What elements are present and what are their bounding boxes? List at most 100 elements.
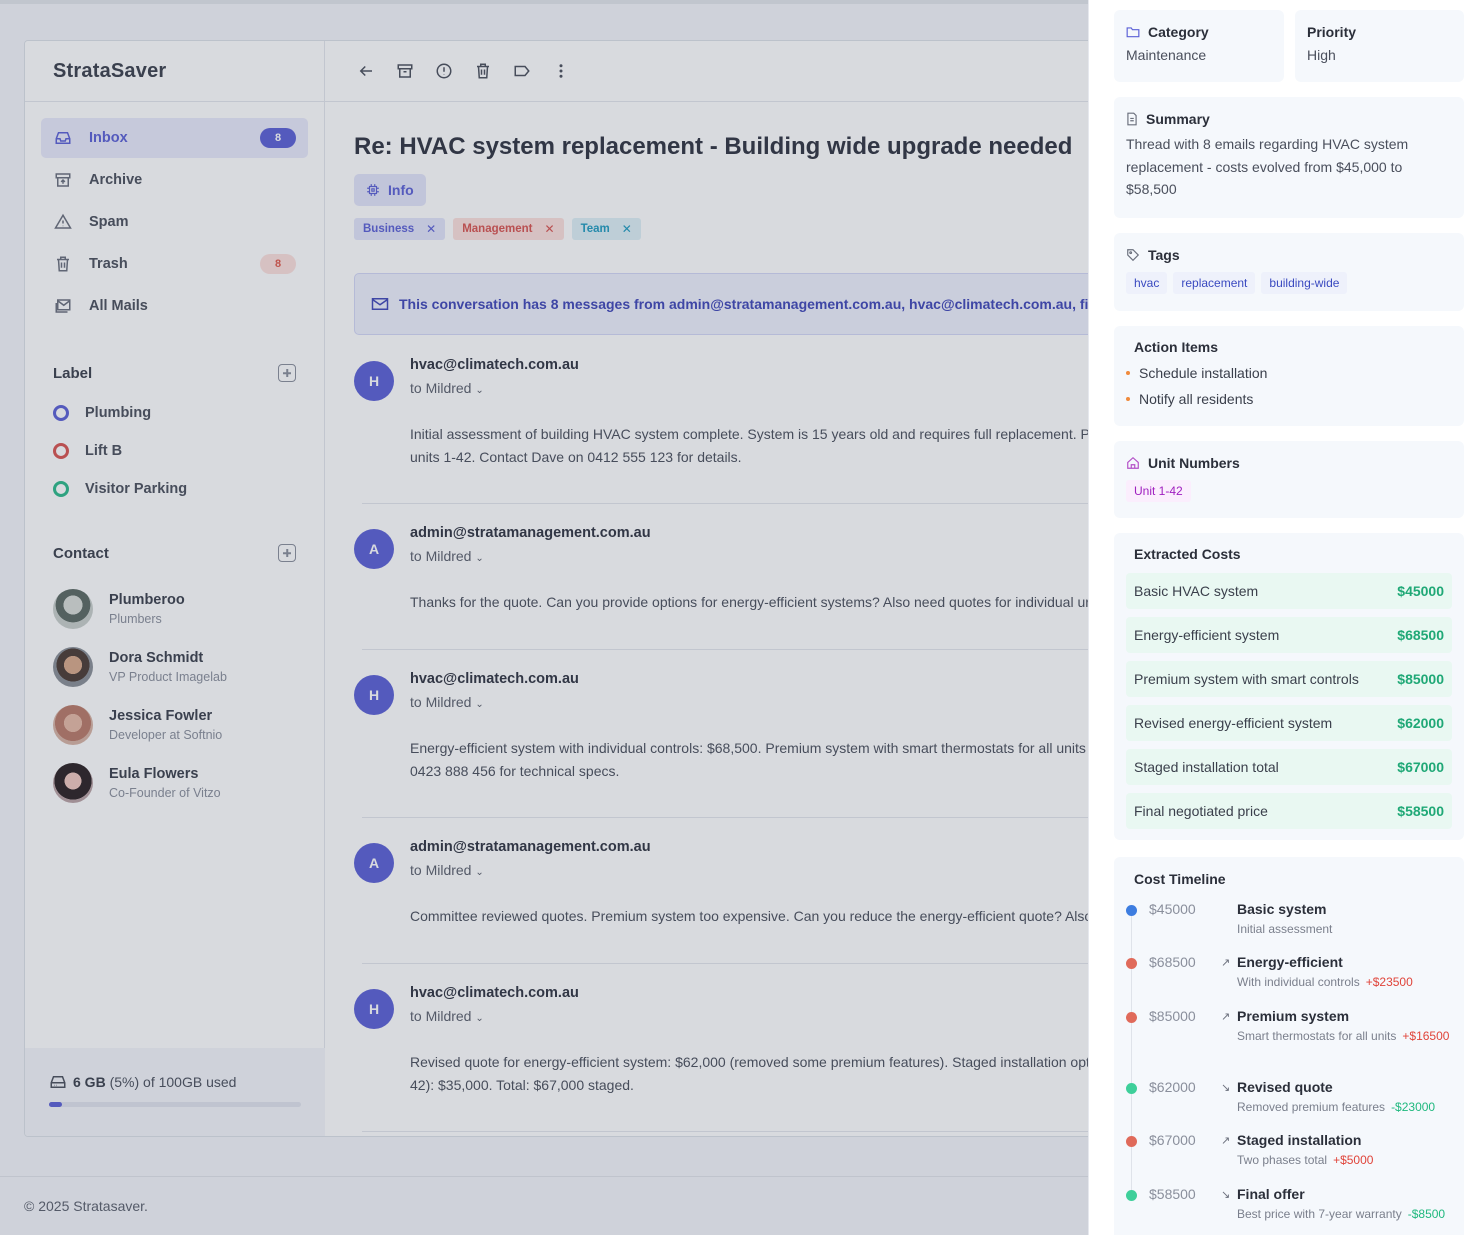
priority-card: Priority High <box>1295 10 1464 82</box>
back-icon[interactable] <box>355 60 377 82</box>
category-value: Maintenance <box>1126 47 1207 63</box>
add-label-icon[interactable] <box>278 364 296 382</box>
remove-tag-icon[interactable]: ✕ <box>426 222 436 236</box>
notice-text: This conversation has 8 messages from ad… <box>399 296 1124 312</box>
timeline-desc-text: Smart thermostats for all units <box>1237 1029 1397 1043</box>
remove-tag-icon[interactable]: ✕ <box>622 222 632 236</box>
storage-usage: 6 GB (5%) of 100GB used <box>25 1048 325 1136</box>
message-divider <box>362 1131 1122 1132</box>
sidebar-item-label: Trash <box>89 256 128 272</box>
sidebar-item-archive[interactable]: Archive <box>41 160 308 200</box>
recipient[interactable]: to Mildred ⌄ <box>410 862 484 878</box>
recipient[interactable]: to Mildred ⌄ <box>410 548 484 564</box>
timeline-desc: Best price with 7-year warranty -$8500 <box>1237 1206 1457 1223</box>
info-button[interactable]: Info <box>354 174 426 206</box>
sender-email: admin@stratamanagement.com.au <box>410 525 651 541</box>
recipient-label: to Mildred <box>410 380 472 396</box>
trash-icon[interactable] <box>472 60 494 82</box>
cost-row: Final negotiated price $58500 <box>1126 793 1452 829</box>
timeline-title: Energy-efficient <box>1237 954 1343 970</box>
archive-icon[interactable] <box>394 60 416 82</box>
timeline-desc-text: Two phases total <box>1237 1153 1328 1167</box>
chevron-down-icon: ⌄ <box>475 385 484 396</box>
sidebar-item-trash[interactable]: Trash 8 <box>41 244 308 284</box>
message-body: Thanks for the quote. Can you provide op… <box>410 591 1123 614</box>
action-item: Notify all residents <box>1126 386 1444 412</box>
tag-label: Business <box>363 223 415 235</box>
cost-label: Revised energy-efficient system <box>1134 715 1333 731</box>
more-vertical-icon[interactable] <box>550 60 572 82</box>
avatar <box>53 763 93 803</box>
timeline-dot-icon <box>1126 905 1137 916</box>
contact-role: Plumbers <box>109 612 162 626</box>
summary-card: Summary Thread with 8 emails regarding H… <box>1114 97 1464 218</box>
tag-chip[interactable]: building-wide <box>1261 272 1348 294</box>
message-line: Revised quote for energy-efficient syste… <box>410 1054 1090 1070</box>
message-divider <box>362 649 1122 650</box>
trend-up-icon: ↗ <box>1221 957 1231 969</box>
add-contact-icon[interactable] <box>278 544 296 562</box>
contact-name: Plumberoo <box>109 592 185 608</box>
label-item-visitor-parking[interactable]: Visitor Parking <box>25 470 324 508</box>
extracted-costs-card: Extracted Costs Basic HVAC system $45000 … <box>1114 533 1464 840</box>
contact-item[interactable]: Plumberoo Plumbers <box>25 580 324 638</box>
label-name: Visitor Parking <box>85 481 188 497</box>
cost-label: Premium system with smart controls <box>1134 671 1359 687</box>
tag-management: Management ✕ <box>453 218 564 240</box>
contact-role: Co-Founder of Vitzo <box>109 786 221 800</box>
timeline-desc-text: With individual controls <box>1237 975 1360 989</box>
recipient[interactable]: to Mildred ⌄ <box>410 380 484 396</box>
timeline-price: $58500 <box>1149 1186 1196 1202</box>
sidebar-item-inbox[interactable]: Inbox 8 <box>41 118 308 158</box>
label-icon[interactable] <box>511 60 533 82</box>
tag-chip[interactable]: hvac <box>1126 272 1168 294</box>
contact-name: Dora Schmidt <box>109 650 204 666</box>
timeline-price: $67000 <box>1149 1132 1196 1148</box>
footer-divider <box>0 1176 1088 1177</box>
storage-bar-fill <box>49 1102 62 1107</box>
info-cpu-icon <box>366 183 380 197</box>
label-list: Plumbing Lift B Visitor Parking <box>25 394 324 508</box>
cost-label: Staged installation total <box>1134 759 1279 775</box>
trend-up-icon: ↗ <box>1221 1011 1231 1023</box>
recipient-label: to Mildred <box>410 548 472 564</box>
bullet-icon <box>1126 397 1130 401</box>
cost-timeline-title: Cost Timeline <box>1134 871 1226 887</box>
contact-list: Plumberoo Plumbers Dora Schmidt VP Product… <box>25 580 324 812</box>
contact-name: Eula Flowers <box>109 766 199 782</box>
avatar <box>53 647 93 687</box>
timeline-dot-icon <box>1126 1190 1137 1201</box>
message-divider <box>362 817 1122 818</box>
contact-item[interactable]: Dora Schmidt VP Product Imagelab <box>25 638 324 696</box>
cost-amount: $58500 <box>1397 803 1444 819</box>
label-dot-icon <box>53 443 69 459</box>
brand-logo[interactable]: StrataSaver <box>25 41 324 102</box>
timeline-title: Basic system <box>1237 901 1327 917</box>
cost-amount: $68500 <box>1397 627 1444 643</box>
label-item-lift-b[interactable]: Lift B <box>25 432 324 470</box>
action-items-card: Action Items Schedule installation Notif… <box>1114 326 1464 426</box>
timeline-title: Staged installation <box>1237 1132 1362 1148</box>
trash-count-badge: 8 <box>260 254 296 274</box>
report-icon[interactable] <box>433 60 455 82</box>
sidebar-item-spam[interactable]: Spam <box>41 202 308 242</box>
recipient[interactable]: to Mildred ⌄ <box>410 694 484 710</box>
message-line: 0423 888 456 for technical specs. <box>410 763 620 779</box>
remove-tag-icon[interactable]: ✕ <box>545 222 555 236</box>
sender-avatar: H <box>354 675 394 715</box>
recipient[interactable]: to Mildred ⌄ <box>410 1008 484 1024</box>
footer-copyright: © 2025 Stratasaver. <box>24 1198 148 1214</box>
chevron-down-icon: ⌄ <box>475 553 484 564</box>
tag-chip[interactable]: replacement <box>1173 272 1256 294</box>
trend-down-icon: ↘ <box>1221 1082 1231 1094</box>
inbox-count-badge: 8 <box>260 128 296 148</box>
tag-chip-list: hvac replacement building-wide <box>1126 272 1452 294</box>
contact-item[interactable]: Jessica Fowler Developer at Softnio <box>25 696 324 754</box>
label-name: Lift B <box>85 443 123 459</box>
label-item-plumbing[interactable]: Plumbing <box>25 394 324 432</box>
message-body: Initial assessment of building HVAC syst… <box>410 423 1123 469</box>
contact-heading: Contact <box>53 544 109 562</box>
contact-item[interactable]: Eula Flowers Co-Founder of Vitzo <box>25 754 324 812</box>
sender-email: admin@stratamanagement.com.au <box>410 839 651 855</box>
sidebar-item-all-mails[interactable]: All Mails <box>41 286 308 326</box>
